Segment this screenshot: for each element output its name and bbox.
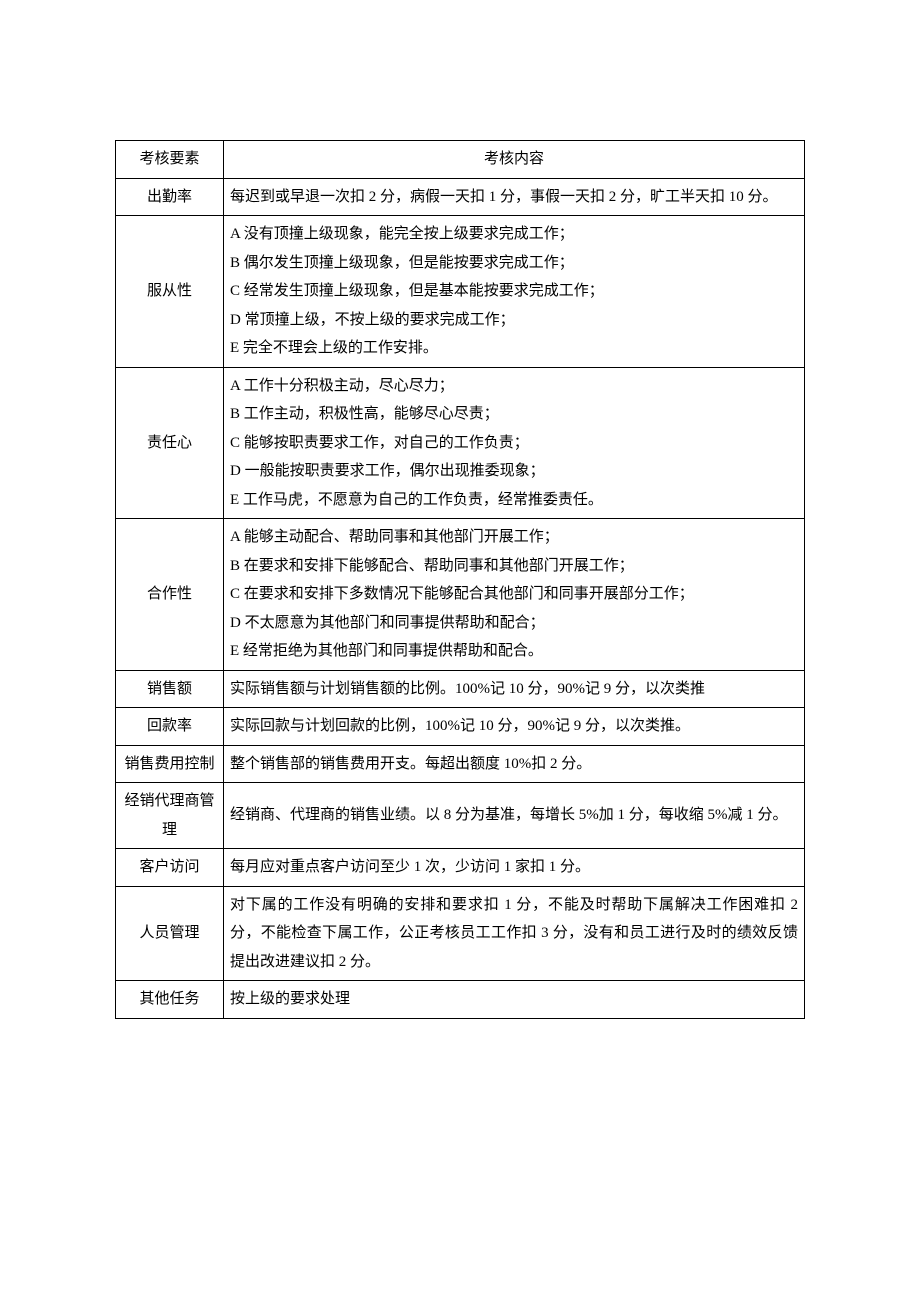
table-row: 合作性A 能够主动配合、帮助同事和其他部门开展工作；B 在要求和安排下能够配合、… (116, 519, 805, 671)
content-line: C 能够按职责要求工作，对自己的工作负责； (230, 429, 798, 458)
row-content: 按上级的要求处理 (224, 981, 805, 1019)
content-line: B 在要求和安排下能够配合、帮助同事和其他部门开展工作； (230, 552, 798, 581)
content-line: A 工作十分积极主动，尽心尽力； (230, 372, 798, 401)
row-content: A 能够主动配合、帮助同事和其他部门开展工作；B 在要求和安排下能够配合、帮助同… (224, 519, 805, 671)
table-row: 服从性A 没有顶撞上级现象，能完全按上级要求完成工作；B 偶尔发生顶撞上级现象，… (116, 216, 805, 368)
row-content: 对下属的工作没有明确的安排和要求扣 1 分，不能及时帮助下属解决工作困难扣 2 … (224, 886, 805, 981)
table-row: 责任心A 工作十分积极主动，尽心尽力；B 工作主动，积极性高，能够尽心尽责；C … (116, 367, 805, 519)
table-row: 客户访问每月应对重点客户访问至少 1 次，少访问 1 家扣 1 分。 (116, 849, 805, 887)
row-content: 经销商、代理商的销售业绩。以 8 分为基准，每增长 5%加 1 分，每收缩 5%… (224, 783, 805, 849)
row-content: 实际回款与计划回款的比例，100%记 10 分，90%记 9 分，以次类推。 (224, 708, 805, 746)
table-row: 出勤率每迟到或早退一次扣 2 分，病假一天扣 1 分，事假一天扣 2 分，旷工半… (116, 178, 805, 216)
table-row: 经销代理商管理经销商、代理商的销售业绩。以 8 分为基准，每增长 5%加 1 分… (116, 783, 805, 849)
row-content: 每迟到或早退一次扣 2 分，病假一天扣 1 分，事假一天扣 2 分，旷工半天扣 … (224, 178, 805, 216)
row-label: 销售费用控制 (116, 745, 224, 783)
row-label: 销售额 (116, 670, 224, 708)
content-line: E 工作马虎，不愿意为自己的工作负责，经常推委责任。 (230, 486, 798, 515)
row-label: 其他任务 (116, 981, 224, 1019)
content-line: C 在要求和安排下多数情况下能够配合其他部门和同事开展部分工作； (230, 580, 798, 609)
content-line: D 不太愿意为其他部门和同事提供帮助和配合； (230, 609, 798, 638)
content-line: C 经常发生顶撞上级现象，但是基本能按要求完成工作； (230, 277, 798, 306)
assessment-table: 考核要素 考核内容 出勤率每迟到或早退一次扣 2 分，病假一天扣 1 分，事假一… (115, 140, 805, 1019)
table-row: 其他任务按上级的要求处理 (116, 981, 805, 1019)
row-content: 实际销售额与计划销售额的比例。100%记 10 分，90%记 9 分，以次类推 (224, 670, 805, 708)
row-content: A 工作十分积极主动，尽心尽力；B 工作主动，积极性高，能够尽心尽责；C 能够按… (224, 367, 805, 519)
row-label: 回款率 (116, 708, 224, 746)
table-row: 回款率实际回款与计划回款的比例，100%记 10 分，90%记 9 分，以次类推… (116, 708, 805, 746)
content-line: E 经常拒绝为其他部门和同事提供帮助和配合。 (230, 637, 798, 666)
table-row: 人员管理对下属的工作没有明确的安排和要求扣 1 分，不能及时帮助下属解决工作困难… (116, 886, 805, 981)
row-label: 经销代理商管理 (116, 783, 224, 849)
table-row: 销售费用控制整个销售部的销售费用开支。每超出额度 10%扣 2 分。 (116, 745, 805, 783)
content-line: E 完全不理会上级的工作安排。 (230, 334, 798, 363)
row-content: 每月应对重点客户访问至少 1 次，少访问 1 家扣 1 分。 (224, 849, 805, 887)
table-body: 出勤率每迟到或早退一次扣 2 分，病假一天扣 1 分，事假一天扣 2 分，旷工半… (116, 178, 805, 1018)
row-label: 服从性 (116, 216, 224, 368)
content-line: A 能够主动配合、帮助同事和其他部门开展工作； (230, 523, 798, 552)
content-line: B 偶尔发生顶撞上级现象，但是能按要求完成工作； (230, 249, 798, 278)
content-line: D 常顶撞上级，不按上级的要求完成工作； (230, 306, 798, 335)
content-line: B 工作主动，积极性高，能够尽心尽责； (230, 400, 798, 429)
row-label: 合作性 (116, 519, 224, 671)
table-header-row: 考核要素 考核内容 (116, 141, 805, 179)
header-col1: 考核要素 (116, 141, 224, 179)
row-label: 责任心 (116, 367, 224, 519)
content-line: D 一般能按职责要求工作，偶尔出现推委现象； (230, 457, 798, 486)
row-content: A 没有顶撞上级现象，能完全按上级要求完成工作；B 偶尔发生顶撞上级现象，但是能… (224, 216, 805, 368)
table-row: 销售额实际销售额与计划销售额的比例。100%记 10 分，90%记 9 分，以次… (116, 670, 805, 708)
row-label: 人员管理 (116, 886, 224, 981)
header-col2: 考核内容 (224, 141, 805, 179)
content-line: A 没有顶撞上级现象，能完全按上级要求完成工作； (230, 220, 798, 249)
row-label: 出勤率 (116, 178, 224, 216)
row-label: 客户访问 (116, 849, 224, 887)
row-content: 整个销售部的销售费用开支。每超出额度 10%扣 2 分。 (224, 745, 805, 783)
